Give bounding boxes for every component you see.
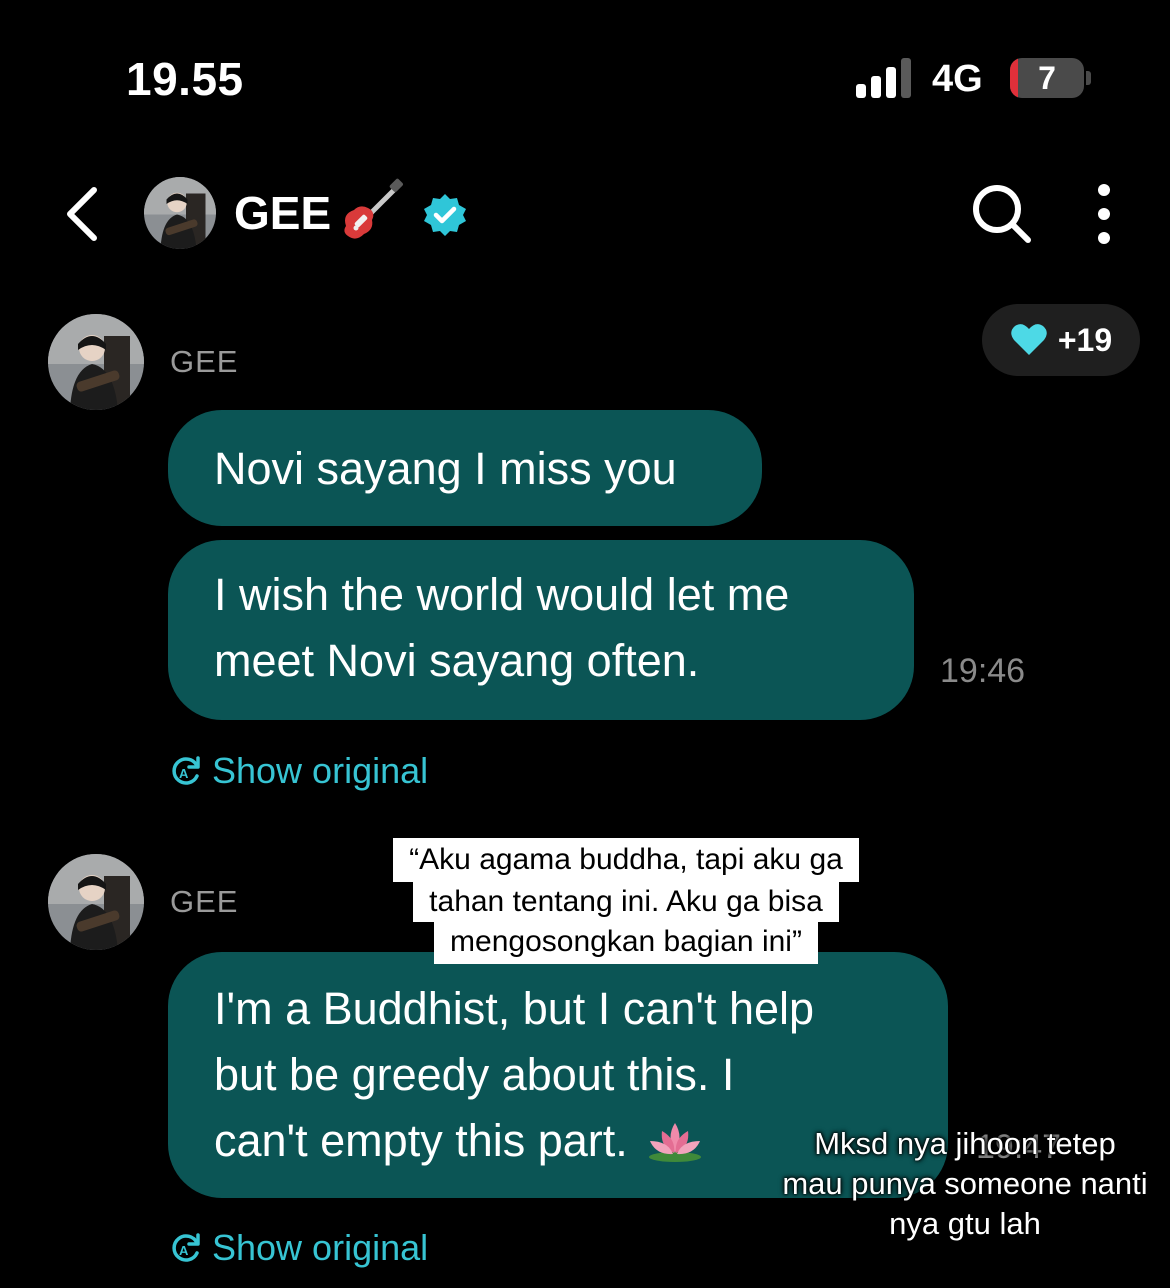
caption-line: mau punya someone nanti bbox=[782, 1166, 1148, 1201]
reaction-badge[interactable]: +19 bbox=[982, 304, 1140, 376]
search-icon[interactable] bbox=[968, 180, 1034, 246]
svg-text:A: A bbox=[179, 1243, 189, 1258]
heart-icon bbox=[1011, 324, 1047, 355]
comment-caption: Mksd nya jihoon tetep mau punya someone … bbox=[760, 1124, 1170, 1244]
show-original-label: Show original bbox=[212, 1227, 429, 1268]
battery-tip bbox=[1086, 71, 1091, 85]
sender-name: GEE bbox=[170, 884, 239, 919]
caption-line: tahan tentang ini. Aku ga bisa bbox=[413, 882, 839, 922]
message-text: meet Novi sayang often. bbox=[214, 635, 700, 686]
show-original-link[interactable]: A Show original bbox=[170, 750, 428, 792]
sender-avatar[interactable] bbox=[48, 854, 144, 950]
message-bubble[interactable]: I wish the world would let me meet Novi … bbox=[168, 540, 914, 720]
signal-strength-icon bbox=[856, 58, 912, 98]
guitar-icon bbox=[338, 178, 406, 246]
contact-name: GEE bbox=[234, 187, 332, 239]
message-bubble[interactable]: Novi sayang I miss you bbox=[168, 410, 762, 526]
network-type: 4G bbox=[932, 58, 983, 100]
translate-refresh-icon: A bbox=[172, 1233, 200, 1262]
message-text: can't empty this part. bbox=[214, 1115, 628, 1166]
message-text: Novi sayang I miss you bbox=[214, 443, 677, 494]
battery-percentage: 7 bbox=[1038, 60, 1056, 96]
reaction-count: +19 bbox=[1057, 321, 1113, 358]
svg-text:A: A bbox=[179, 766, 189, 781]
caption-line: nya gtu lah bbox=[889, 1206, 1041, 1241]
verified-badge-icon bbox=[422, 192, 468, 238]
battery-icon: 7 bbox=[1010, 58, 1084, 98]
sender-avatar[interactable] bbox=[48, 314, 144, 410]
back-arrow-icon[interactable] bbox=[60, 184, 106, 244]
message-text: I wish the world would let me bbox=[214, 569, 790, 620]
message-text: but be greedy about this. I bbox=[214, 1049, 735, 1100]
header-avatar[interactable] bbox=[144, 177, 216, 249]
caption-line: “Aku agama buddha, tapi aku ga bbox=[393, 838, 859, 882]
lotus-icon bbox=[648, 1123, 701, 1162]
translate-refresh-icon: A bbox=[172, 756, 200, 785]
show-original-label: Show original bbox=[212, 750, 429, 791]
show-original-link[interactable]: A Show original bbox=[170, 1227, 428, 1269]
more-vertical-icon[interactable] bbox=[1086, 182, 1122, 246]
translation-caption: “Aku agama buddha, tapi aku ga tahan ten… bbox=[372, 838, 880, 964]
status-time: 19.55 bbox=[126, 53, 244, 105]
message-timestamp: 19:46 bbox=[940, 652, 1026, 690]
message-text: I'm a Buddhist, but I can't help bbox=[214, 983, 815, 1034]
sender-name: GEE bbox=[170, 344, 239, 379]
caption-line: mengosongkan bagian ini” bbox=[434, 922, 818, 964]
caption-line: Mksd nya jihoon tetep bbox=[814, 1126, 1116, 1161]
